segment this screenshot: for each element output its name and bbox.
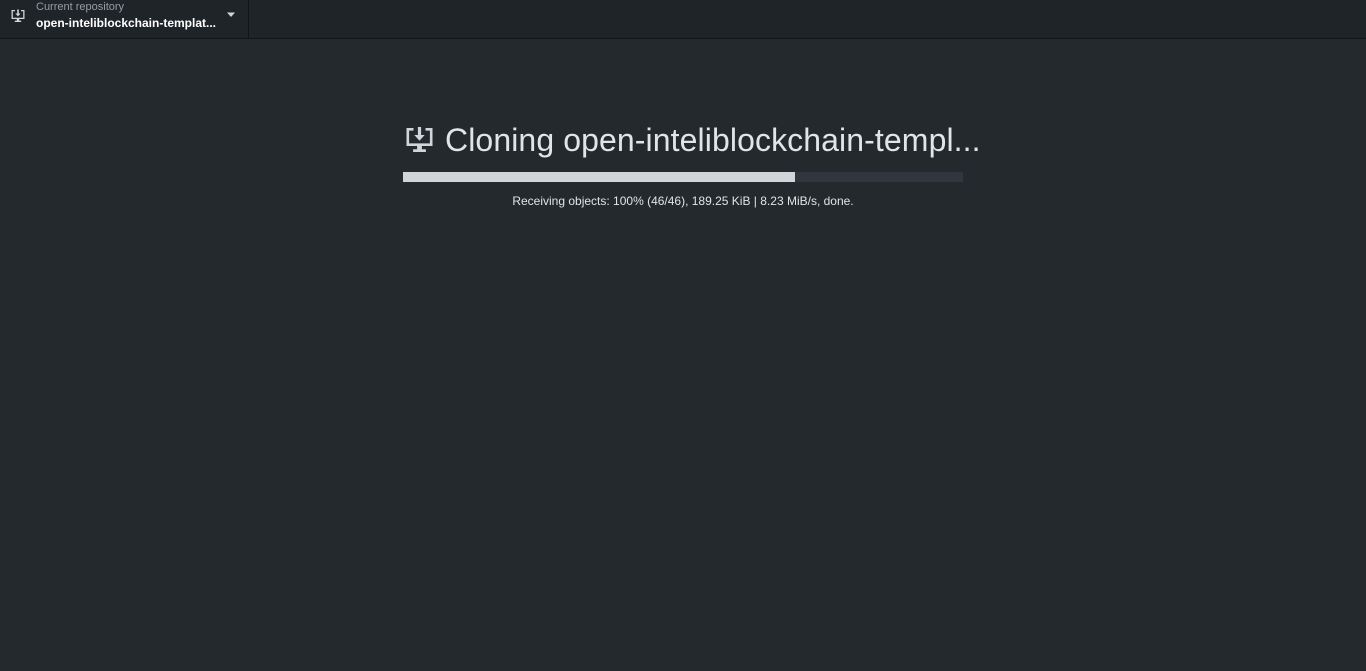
- caret-down-icon: [227, 12, 235, 17]
- current-repository-label: Current repository: [36, 1, 125, 13]
- clone-progress-bar: [403, 172, 963, 182]
- clone-desktop-icon: [11, 9, 25, 22]
- current-repository-button[interactable]: Current repository open-inteliblockchain…: [0, 0, 249, 39]
- clone-title: Cloning open-inteliblockchain-templ...: [403, 120, 981, 160]
- clone-progress-panel: Cloning open-inteliblockchain-templ... R…: [403, 120, 981, 208]
- clone-progress-fill: [403, 172, 795, 182]
- current-repository-name: open-inteliblockchain-templat...: [36, 16, 217, 30]
- clone-title-text: Cloning open-inteliblockchain-templ...: [445, 122, 981, 158]
- clone-desktop-icon: [406, 127, 433, 152]
- toolbar: Current repository open-inteliblockchain…: [0, 0, 1366, 39]
- clone-progress-status: Receiving objects: 100% (46/46), 189.25 …: [512, 194, 854, 208]
